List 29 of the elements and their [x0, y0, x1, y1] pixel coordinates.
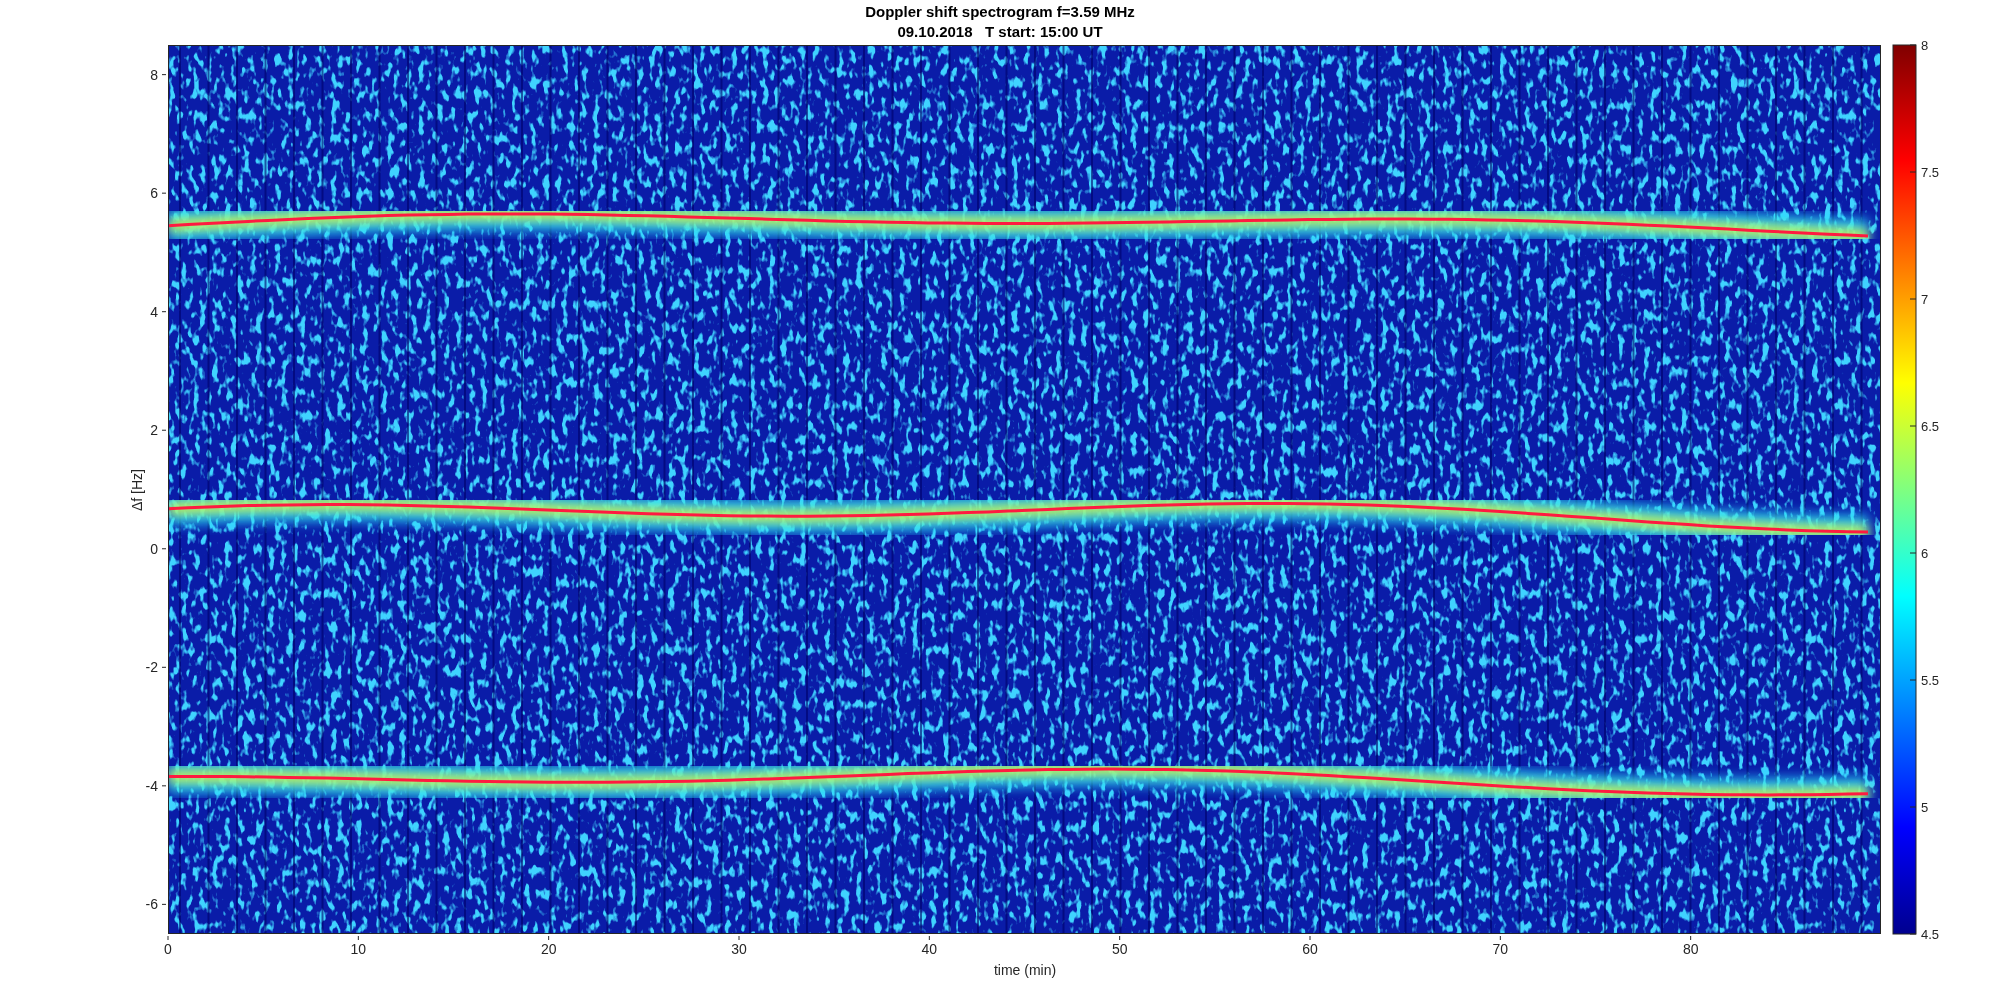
- axis-tick-label: 80: [1682, 941, 1699, 957]
- colorbar-tick-label: 5.5: [1921, 673, 1940, 688]
- axis-tick-label: 0: [164, 941, 172, 957]
- axis-tick-label: 20: [540, 941, 557, 957]
- colorbar-tick-label: 8: [1921, 38, 1929, 53]
- axis-tick-label: 8: [150, 66, 158, 83]
- colorbar-tick-label: 5: [1921, 800, 1929, 815]
- axis-tick-label: 40: [921, 941, 938, 957]
- x-axis-label: time (min): [993, 962, 1057, 978]
- axis-tick-label: 10: [350, 941, 367, 957]
- colorbar-tick-label: 4.5: [1921, 927, 1940, 942]
- axis-tick-label: 70: [1492, 941, 1509, 957]
- axis-tick-label: 4: [150, 303, 158, 320]
- axis-tick-label: 30: [731, 941, 747, 957]
- axis-tick-label: 50: [1111, 941, 1128, 957]
- colorbar-tick-label: 7.5: [1921, 165, 1940, 180]
- axis-tick-label: 6: [150, 185, 158, 202]
- y-axis-label: Δf [Hz]: [129, 469, 145, 511]
- axis-tick-label: 60: [1302, 941, 1318, 957]
- axis-tick-label: 0: [150, 540, 158, 557]
- axis-tick-label: -6: [145, 896, 158, 913]
- chart-title: Doppler shift spectrogram f=3.59 MHz: [865, 3, 1135, 20]
- colorbar-tick-label: 6: [1921, 546, 1929, 561]
- colorbar-tick-label: 7: [1921, 292, 1929, 307]
- axis-tick-label: 2: [150, 422, 158, 439]
- axis-tick-label: -4: [145, 777, 158, 794]
- colorbar-tick-label: 6.5: [1921, 419, 1940, 434]
- axis-tick-label: -2: [145, 659, 158, 676]
- chart-subtitle: 09.10.2018 T start: 15:00 UT: [897, 23, 1103, 40]
